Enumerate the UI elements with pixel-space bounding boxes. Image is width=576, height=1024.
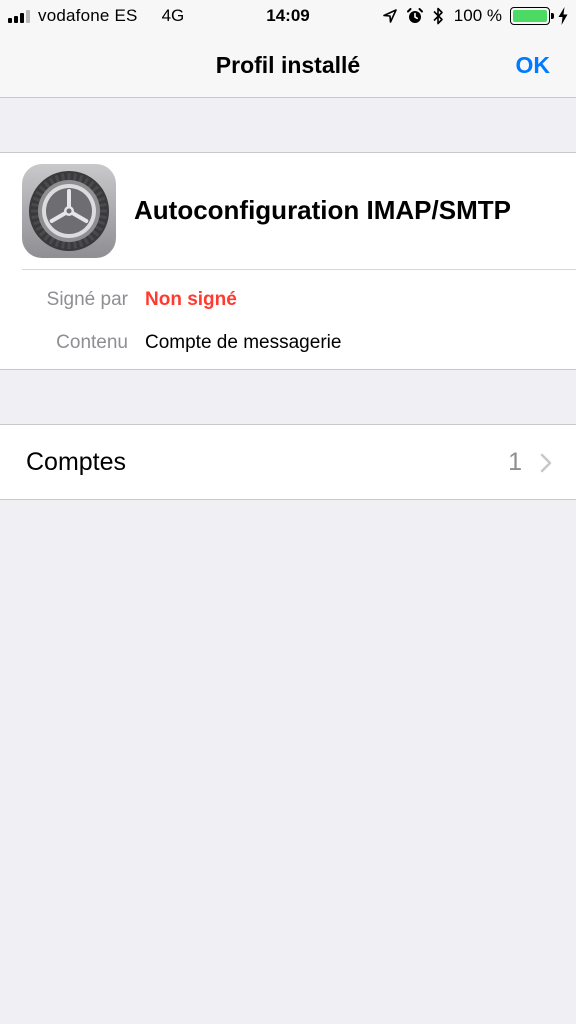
- location-arrow-icon: [382, 9, 397, 23]
- status-bar: vodafone ES 4G 14:09 100 %: [0, 0, 576, 32]
- divider: [22, 269, 576, 270]
- bluetooth-icon: [433, 7, 443, 25]
- profile-card: Autoconfiguration IMAP/SMTP Signé par No…: [0, 152, 576, 370]
- accounts-label: Comptes: [26, 448, 127, 476]
- settings-gear-icon: [22, 164, 116, 258]
- signed-by-value: Non signé: [145, 289, 237, 310]
- content-value: Compte de messagerie: [145, 332, 342, 353]
- ok-button[interactable]: OK: [516, 52, 551, 79]
- charging-bolt-icon: [558, 7, 568, 25]
- signed-by-label: Signé par: [46, 289, 128, 310]
- battery-percentage: 100 %: [453, 6, 502, 25]
- accounts-row[interactable]: Comptes 1: [0, 424, 576, 500]
- battery-icon: [510, 7, 554, 25]
- page-title: Profil installé: [215, 52, 361, 78]
- alarm-icon: [406, 8, 423, 23]
- content-label: Contenu: [56, 332, 128, 353]
- status-right: 100 %: [382, 5, 568, 27]
- accounts-count: 1: [508, 448, 522, 476]
- chevron-right-icon: [540, 453, 552, 473]
- profile-name: Autoconfiguration IMAP/SMTP: [134, 195, 511, 225]
- navigation-bar: Profil installé OK: [0, 32, 576, 98]
